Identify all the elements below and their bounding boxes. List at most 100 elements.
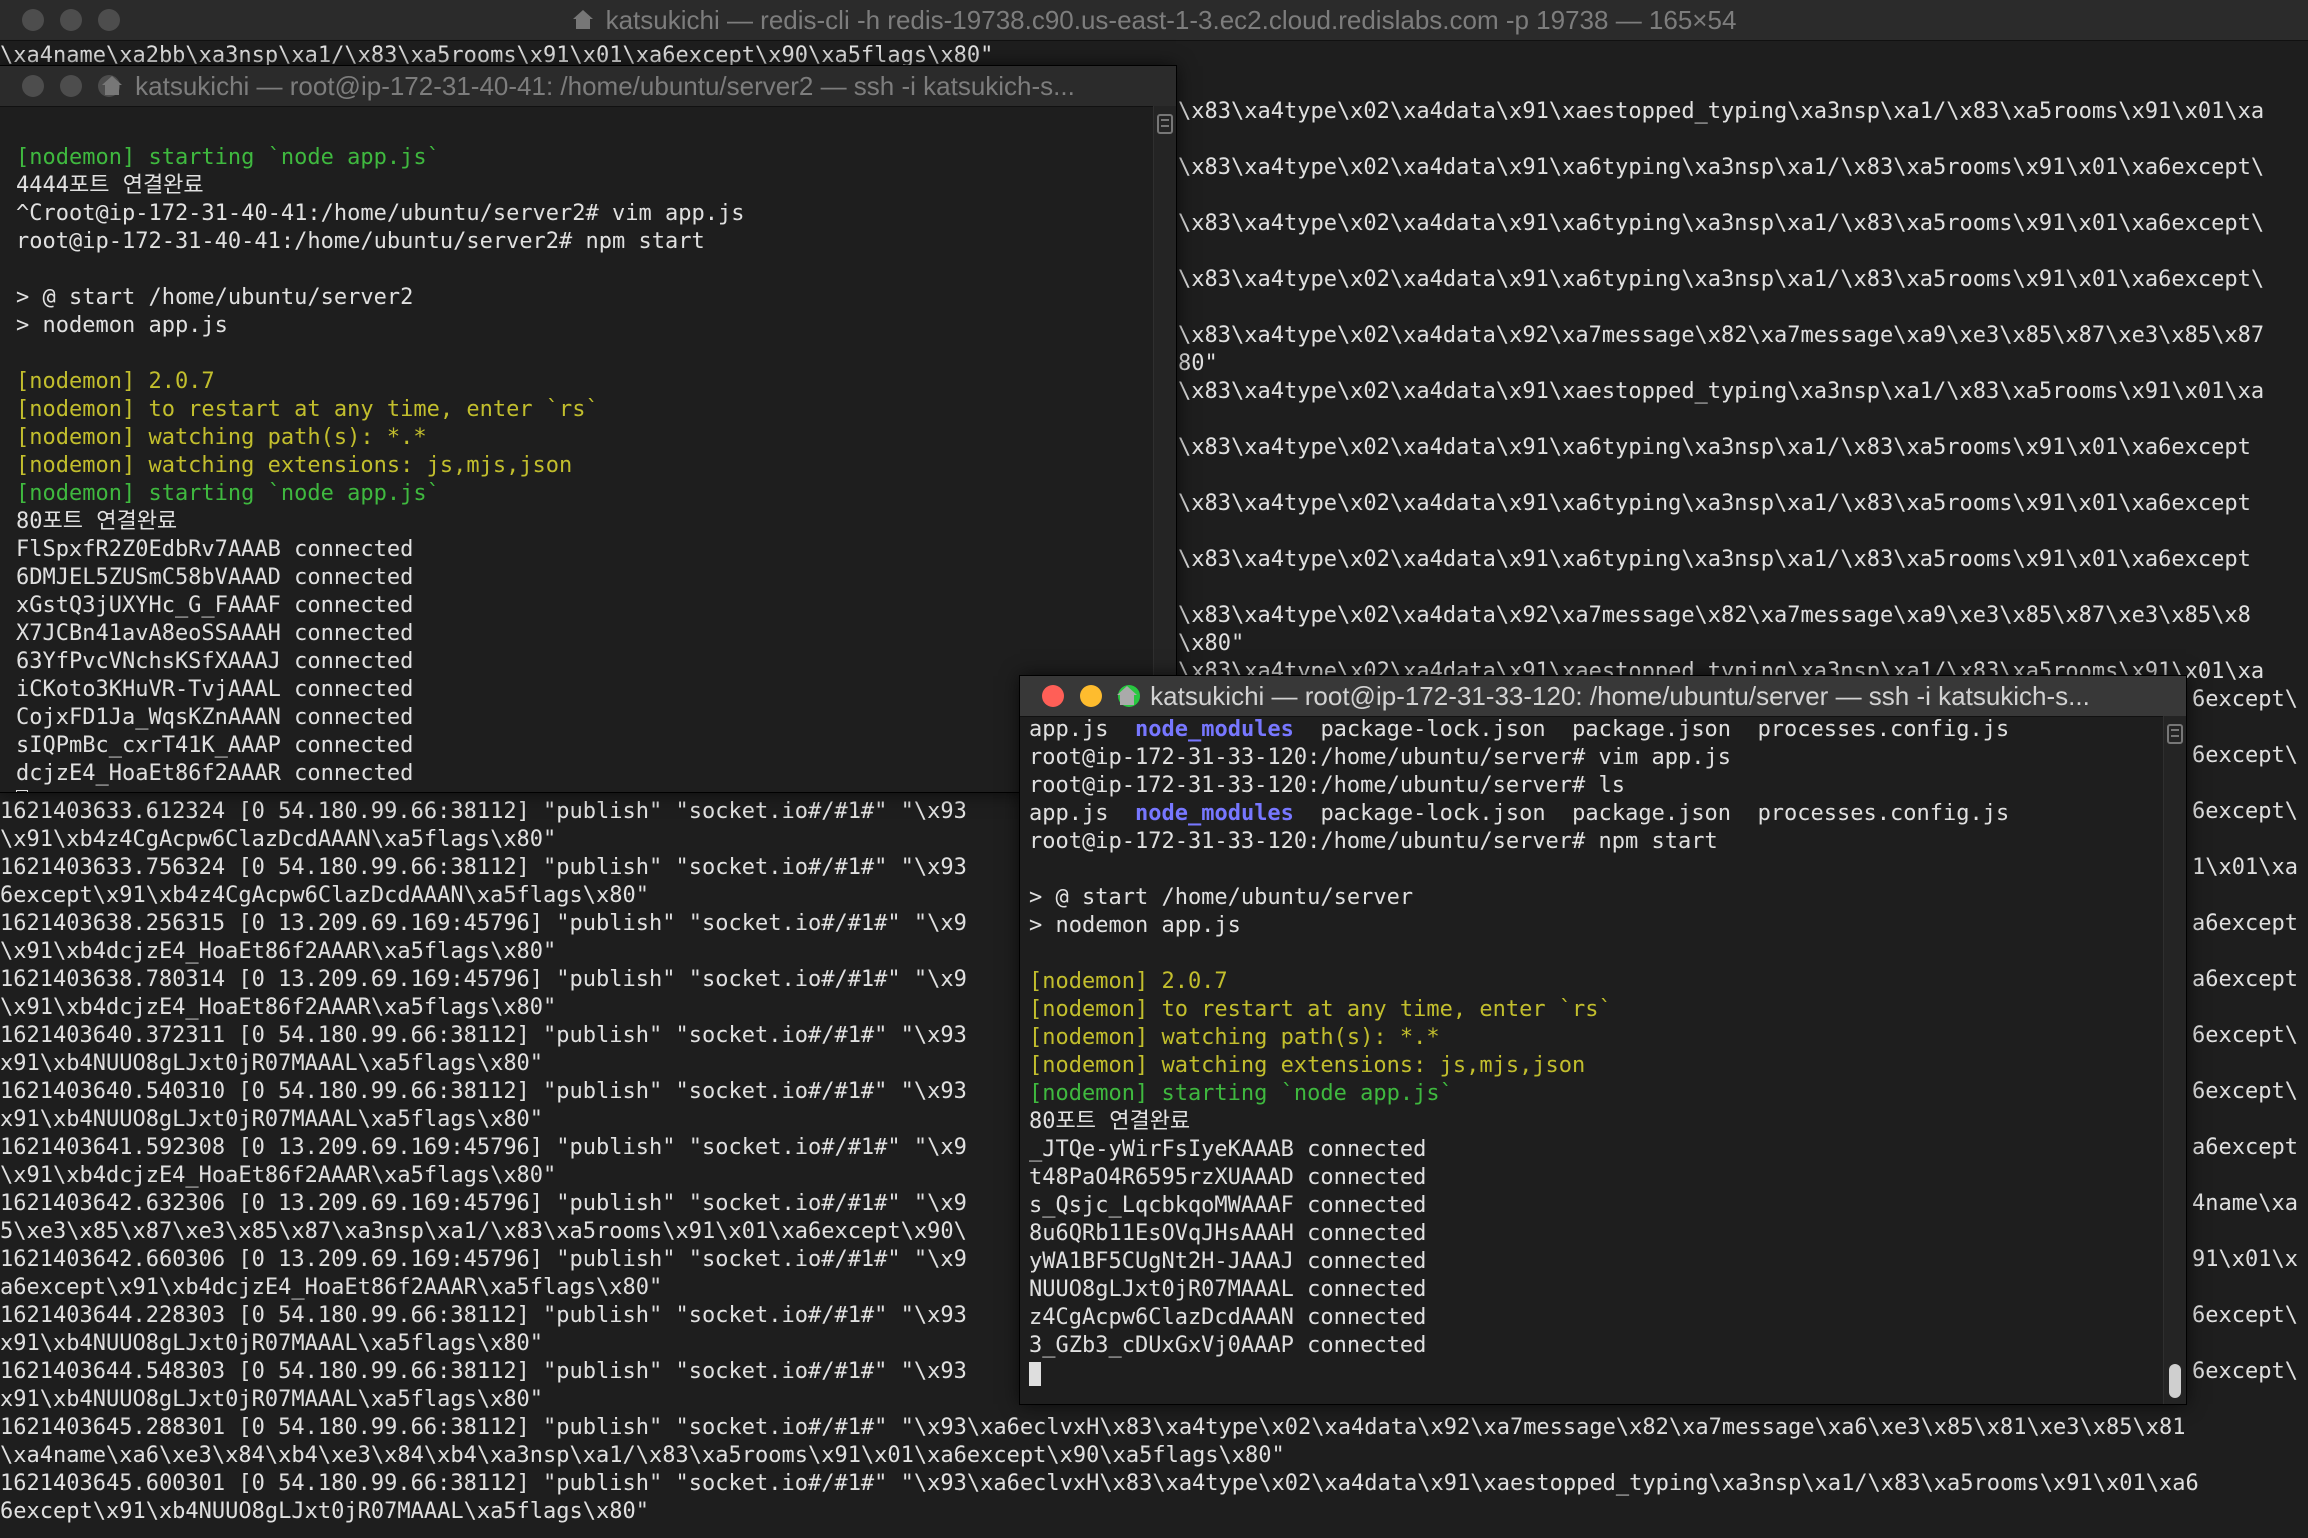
output-line: \x83\xa4type\x02\xa4data\x91\xa6typing\x… (1178, 155, 2265, 180)
close-button[interactable] (22, 75, 44, 97)
output-line: 80포트 연결완료 (16, 509, 178, 534)
output-line: 1621403641.592308 [0 13.209.69.169:45796… (0, 1135, 967, 1160)
output-line: ^Croot@ip-172-31-40-41:/home/ubuntu/serv… (16, 201, 745, 226)
minimize-button[interactable] (1080, 685, 1102, 707)
output-line: \x83\xa4type\x02\xa4data\x92\xa7message\… (1178, 323, 2265, 348)
output-line: a6except (2192, 967, 2298, 992)
output-line: 6except\ (2192, 1079, 2298, 1104)
output-line: x91\xb4NUUO8gLJxt0jR07MAAAL\xa5flags\x80… (0, 1051, 544, 1076)
server2-terminal-output[interactable]: [nodemon] starting `node app.js` 4444포트 … (0, 106, 1176, 792)
ls-output-line: app.js node_modules package-lock.json pa… (1029, 716, 2186, 744)
output-line: a6except (2192, 911, 2298, 936)
redis-right-output: \x83\xa4type\x02\xa4data\x91\xaestopped_… (1178, 70, 2308, 686)
output-line: 91\x01\x (2192, 1247, 2298, 1272)
redis-bottom-output: 1621403645.288301 [0 54.180.99.66:38112]… (0, 1414, 2308, 1526)
directory-name: node_modules (1134, 717, 1294, 742)
output-line: root@ip-172-31-33-120:/home/ubuntu/serve… (1029, 773, 1626, 798)
output-line: root@ip-172-31-33-120:/home/ubuntu/serve… (1029, 745, 1731, 770)
output-line: [nodemon] watching path(s): *.* (1029, 1025, 1440, 1050)
server-terminal-window[interactable]: katsukichi — root@ip-172-31-33-120: /hom… (1020, 676, 2186, 1404)
scrollbar-thumb[interactable] (2169, 1364, 2181, 1398)
output-line: \x91\xb4dcjzE4_HoaEt86f2AAAR\xa5flags\x8… (0, 1163, 557, 1188)
output-line: \x91\xb4dcjzE4_HoaEt86f2AAAR\xa5flags\x8… (0, 939, 557, 964)
output-line: 3_GZb3_cDUxGxVj0AAAP connected (1029, 1333, 1427, 1358)
output-line: 1621403644.228303 [0 54.180.99.66:38112]… (0, 1303, 967, 1328)
redis-cli-title-bar[interactable]: katsukichi — redis-cli -h redis-19738.c9… (0, 0, 2308, 41)
file-name: processes.config.js (1757, 801, 2010, 826)
close-button[interactable] (22, 9, 44, 31)
output-line: 6except\ (2192, 743, 2298, 768)
window-controls (22, 9, 120, 31)
scrollbar[interactable] (2163, 716, 2186, 1404)
output-line: 4444포트 연결완료 (16, 173, 204, 198)
output-line: \x80" (1178, 631, 1245, 656)
output-line: 5\xe3\x85\x87\xe3\x85\x87\xa3nsp\xa1/\x8… (0, 1219, 967, 1244)
zoom-button[interactable] (98, 9, 120, 31)
file-name: package.json (1572, 717, 1732, 742)
minimize-button[interactable] (60, 75, 82, 97)
output-line: [nodemon] watching path(s): *.* (16, 425, 427, 450)
output-line: s_Qsjc_LqcbkqoMWAAAF connected (1029, 1193, 1427, 1218)
output-line: 1621403633.756324 [0 54.180.99.66:38112]… (0, 855, 967, 880)
output-line: [nodemon] starting `node app.js` (16, 145, 440, 170)
server2-terminal-window[interactable]: katsukichi — root@ip-172-31-40-41: /home… (0, 66, 1176, 792)
output-line: [nodemon] to restart at any time, enter … (16, 397, 599, 422)
output-line: 80" (1178, 351, 1218, 376)
output-line: [nodemon] to restart at any time, enter … (1029, 997, 1612, 1022)
output-line: > nodemon app.js (16, 313, 228, 338)
server2-title-bar[interactable]: katsukichi — root@ip-172-31-40-41: /home… (0, 66, 1176, 107)
output-line: t48PaO4R6595rzXUAAAD connected (1029, 1165, 1427, 1190)
file-name: app.js (1029, 717, 1109, 742)
directory-name: node_modules (1134, 801, 1294, 826)
output-line: 1621403642.632306 [0 13.209.69.169:45796… (0, 1191, 967, 1216)
output-line: \x83\xa4type\x02\xa4data\x91\xa6typing\x… (1178, 267, 2265, 292)
output-line: FlSpxfR2Z0EdbRv7AAAB connected (16, 537, 414, 562)
home-folder-icon (572, 10, 594, 30)
redis-lower-left-output: 1621403633.612324 [0 54.180.99.66:38112]… (0, 798, 1020, 1414)
prompt-line (1029, 1360, 2186, 1388)
output-line: [nodemon] starting `node app.js` (1029, 1081, 1453, 1106)
output-line: NUUO8gLJxt0jR07MAAAL connected (1029, 1277, 1427, 1302)
home-folder-icon (1116, 686, 1138, 706)
split-pane-icon[interactable] (2167, 724, 2183, 744)
server-terminal-output[interactable]: app.js node_modules package-lock.json pa… (1020, 716, 2186, 1404)
output-line: a6except (2192, 1135, 2298, 1160)
output-line: x91\xb4NUUO8gLJxt0jR07MAAAL\xa5flags\x80… (0, 1331, 544, 1356)
output-line: [nodemon] watching extensions: js,mjs,js… (16, 453, 573, 478)
output-line: 6except\ (2192, 1023, 2298, 1048)
ls-output-line: app.js node_modules package-lock.json pa… (1029, 800, 2186, 828)
output-line: 6except\x91\xb4z4CgAcpw6ClazDcdAAAN\xa5f… (0, 883, 650, 908)
text-cursor (16, 790, 28, 792)
server-title-bar[interactable]: katsukichi — root@ip-172-31-33-120: /hom… (1020, 676, 2186, 717)
close-button[interactable] (1042, 685, 1064, 707)
output-line: 6except\ (2192, 687, 2298, 712)
output-line: root@ip-172-31-40-41:/home/ubuntu/server… (16, 229, 705, 254)
output-line: 1\x01\xa (2192, 855, 2298, 880)
output-line: \x83\xa4type\x02\xa4data\x91\xa6typing\x… (1178, 435, 2251, 460)
output-line: 1621403645.288301 [0 54.180.99.66:38112]… (0, 1415, 2186, 1440)
minimize-button[interactable] (60, 9, 82, 31)
text-cursor (1029, 1362, 1041, 1386)
split-pane-icon[interactable] (1157, 114, 1173, 134)
output-line: 1621403640.372311 [0 54.180.99.66:38112]… (0, 1023, 967, 1048)
output-line: \x91\xb4dcjzE4_HoaEt86f2AAAR\xa5flags\x8… (0, 995, 557, 1020)
output-line: xGstQ3jUXYHc_G_FAAAF connected (16, 593, 414, 618)
output-line: _JTQe-yWirFsIyeKAAAB connected (1029, 1137, 1427, 1162)
output-line: X7JCBn41avA8eoSSAAAH connected (16, 621, 414, 646)
output-line: \x83\xa4type\x02\xa4data\x91\xaestopped_… (1178, 99, 2265, 124)
prompt-line (16, 788, 1176, 792)
file-name: package-lock.json (1320, 801, 1546, 826)
output-line: 6except\x91\xb4NUUO8gLJxt0jR07MAAAL\xa5f… (0, 1499, 650, 1524)
